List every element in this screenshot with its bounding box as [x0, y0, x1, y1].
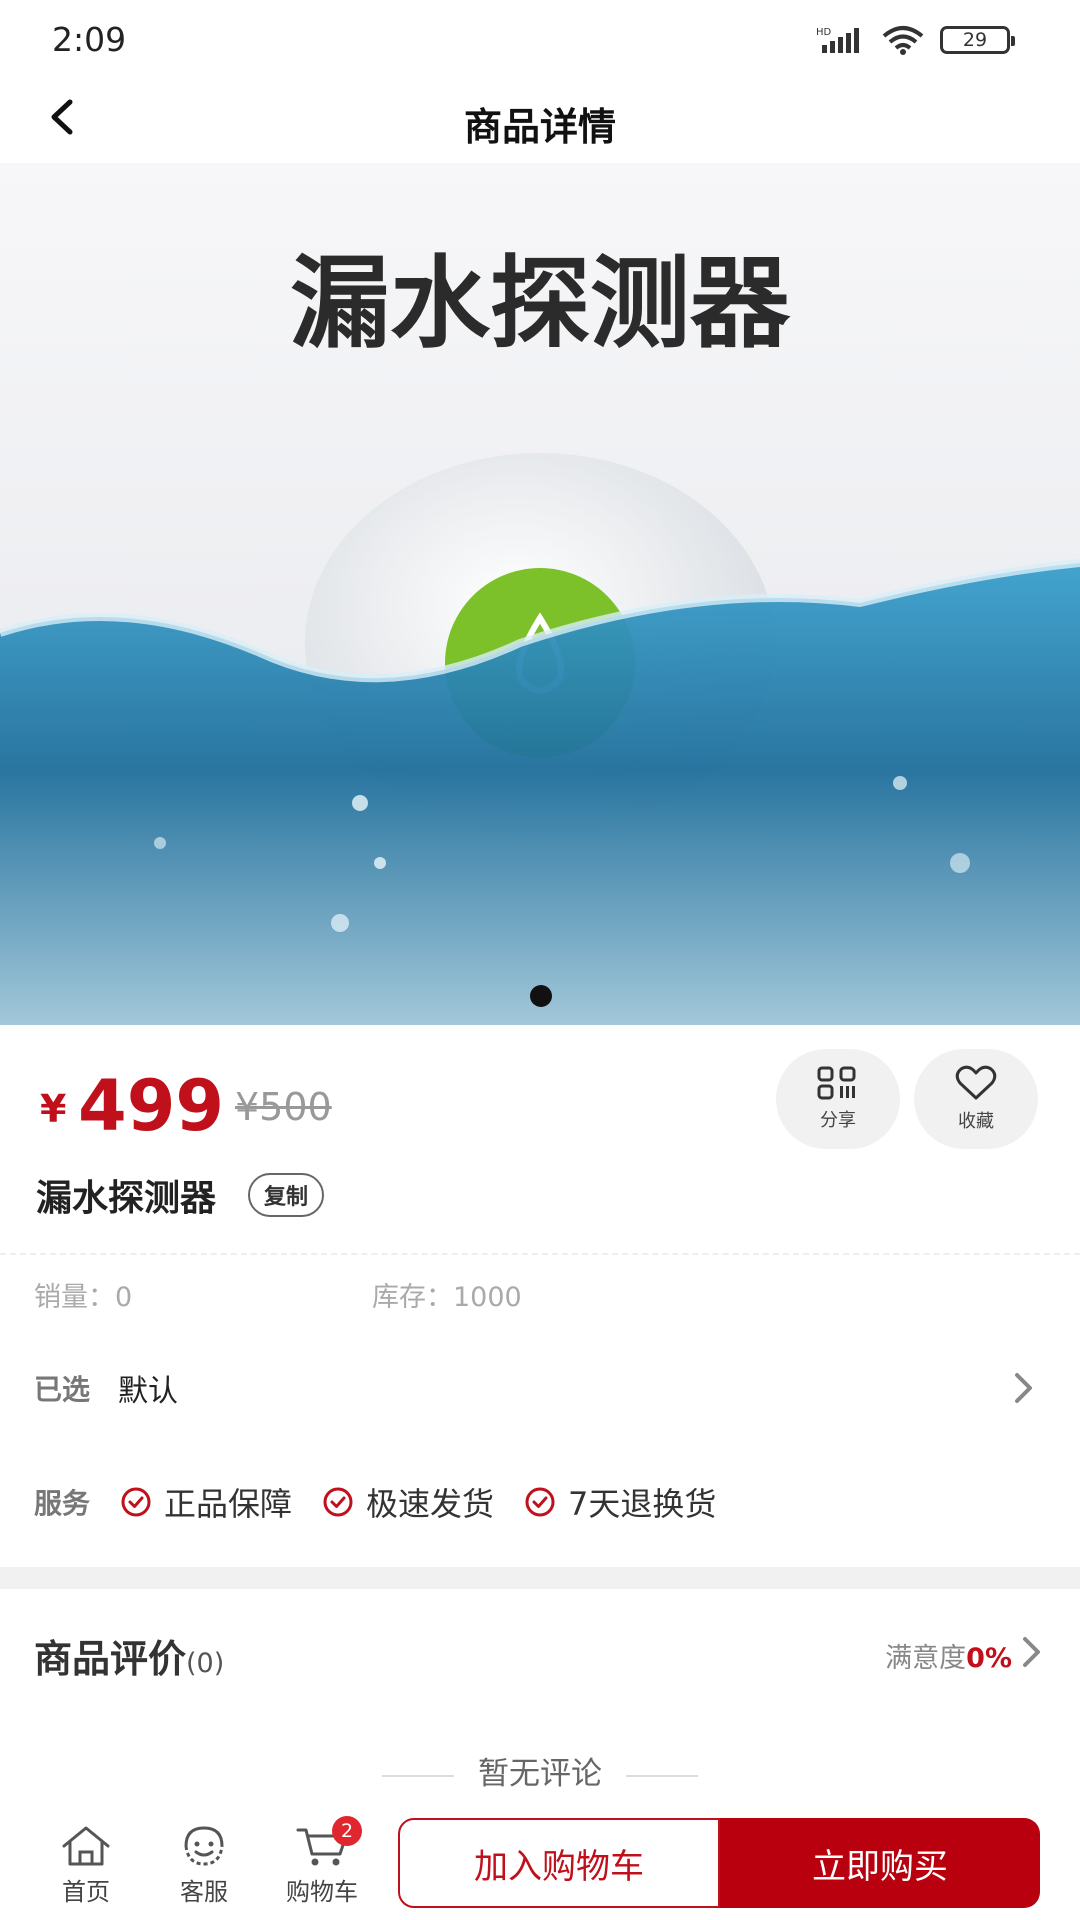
check-circle-icon	[323, 1487, 353, 1517]
selected-value: 默认	[118, 1374, 179, 1409]
share-label: 分享	[820, 1110, 856, 1131]
share-button[interactable]: 分享	[776, 1049, 900, 1149]
network-type: HD	[816, 27, 832, 38]
product-name-row: 漏水探测器 复制	[36, 1165, 325, 1225]
favorite-button[interactable]: 收藏	[914, 1049, 1038, 1149]
satisfaction: 满意度0%	[885, 1636, 1012, 1675]
status-time: 2:09	[52, 20, 127, 59]
section-separator	[0, 1567, 1080, 1589]
battery-level: 29	[962, 29, 988, 51]
service-item: 极速发货	[322, 1479, 494, 1525]
add-to-cart-button[interactable]: 加入购物车	[398, 1818, 720, 1908]
reviews-title: 商品评价(0)	[34, 1628, 224, 1683]
service-item-label: 7天退换货	[568, 1485, 717, 1523]
battery-icon: 29	[940, 26, 1015, 54]
check-circle-icon	[525, 1487, 555, 1517]
page-title: 商品详情	[463, 105, 616, 149]
wifi-icon	[882, 26, 924, 55]
satisfaction-value: 0%	[966, 1643, 1012, 1674]
price-currency: ¥	[40, 1087, 67, 1131]
reviews-count: (0)	[186, 1648, 225, 1679]
sales-count: 销量：0	[34, 1282, 133, 1313]
signal-icon: HD	[816, 27, 859, 53]
nav-bar: 商品详情	[0, 82, 1080, 164]
divider	[0, 1253, 1080, 1255]
tab-home-label: 首页	[62, 1878, 110, 1906]
banner-title: 漏水探测器	[290, 245, 791, 362]
carousel-indicator	[530, 985, 552, 1007]
heart-icon	[955, 1065, 997, 1100]
price-section: ¥ 499 ¥500 分享 收藏	[0, 1025, 1080, 1165]
service-item-label: 正品保障	[164, 1485, 293, 1523]
tab-service-label: 客服	[180, 1878, 228, 1906]
services-row: 服务 正品保障 极速发货 7天退换货	[34, 1474, 716, 1530]
spec-selector[interactable]: 已选 默认	[34, 1360, 1046, 1416]
status-icons: HD 29	[816, 24, 1015, 56]
satisfaction-label: 满意度	[885, 1643, 967, 1674]
status-bar: 2:09 HD 29	[0, 0, 1080, 82]
chevron-right-icon	[1015, 1373, 1032, 1403]
customer-service-icon	[184, 1826, 224, 1866]
original-price: ¥500	[235, 1085, 332, 1129]
current-price: 499	[78, 1065, 225, 1147]
tab-cart-label: 购物车	[286, 1878, 358, 1906]
cart-count-badge: 2	[332, 1816, 362, 1846]
buy-now-button[interactable]: 立即购买	[720, 1818, 1040, 1908]
chevron-right-icon	[1023, 1637, 1040, 1667]
empty-reviews: 暂无评论	[0, 1748, 1080, 1793]
home-icon	[62, 1826, 110, 1866]
bottom-action-bar: 首页 客服 2 购物车 加入购物车 立即购买	[0, 1800, 1080, 1920]
product-name: 漏水探测器	[36, 1178, 217, 1219]
empty-reviews-text: 暂无评论	[478, 1756, 602, 1792]
favorite-label: 收藏	[958, 1111, 994, 1132]
service-item: 正品保障	[120, 1479, 292, 1525]
check-circle-icon	[121, 1487, 151, 1517]
reviews-title-text: 商品评价	[34, 1637, 187, 1681]
service-item-label: 极速发货	[366, 1485, 495, 1523]
tab-customer-service[interactable]: 客服	[154, 1824, 254, 1907]
service-item: 7天退换货	[524, 1479, 716, 1525]
reviews-header[interactable]: 商品评价(0) 满意度0%	[34, 1622, 1046, 1682]
product-image-carousel[interactable]: 漏水探测器	[0, 163, 1080, 1025]
selected-label: 已选	[34, 1373, 91, 1406]
product-stats: 销量：0 库存：1000	[34, 1275, 522, 1314]
copy-button[interactable]: 复制	[248, 1173, 325, 1217]
stock-count: 库存：1000	[372, 1282, 522, 1313]
services-label: 服务	[34, 1487, 91, 1520]
share-qr-icon	[817, 1066, 856, 1100]
tab-home[interactable]: 首页	[36, 1824, 136, 1907]
tab-cart[interactable]: 2 购物车	[272, 1816, 372, 1907]
product-image: 漏水探测器	[0, 163, 1080, 1025]
